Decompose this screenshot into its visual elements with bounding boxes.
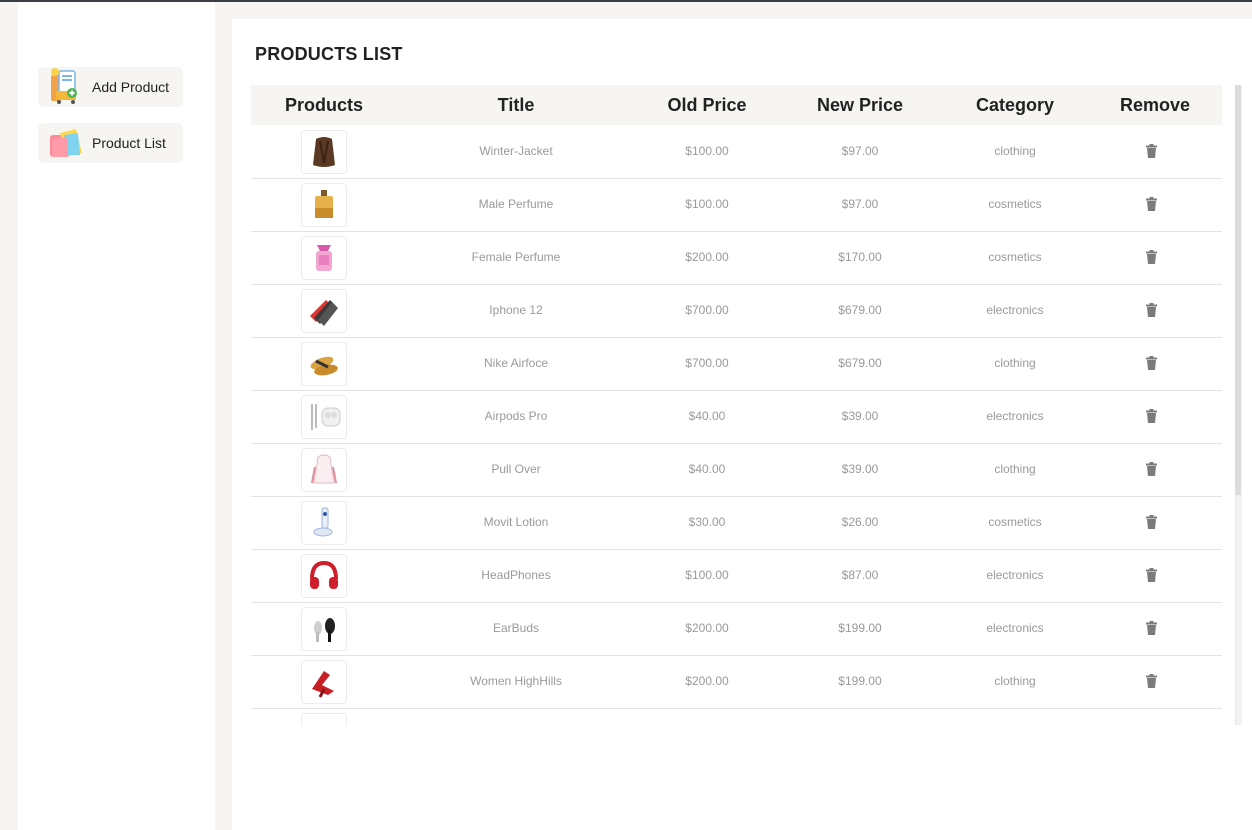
product-title: Female Perfume: [471, 250, 561, 264]
category: clothing: [994, 674, 1036, 688]
product-image-phones: [301, 289, 347, 333]
trash-icon[interactable]: [1146, 144, 1157, 158]
new-price: $679.00: [838, 356, 882, 370]
product-image-earphones: [301, 395, 347, 439]
trash-icon[interactable]: [1146, 250, 1157, 264]
old-price: $200.00: [685, 621, 729, 635]
add-product-icon: [46, 67, 86, 107]
new-price: $39.00: [841, 462, 879, 476]
table-row: Pull Over $40.00 $39.00 clothing: [251, 443, 1222, 497]
old-price: $700.00: [685, 303, 729, 317]
product-title: Pull Over: [491, 462, 541, 476]
product-image-earbuds: [301, 607, 347, 651]
column-header-category: Category: [975, 95, 1055, 115]
new-price: $26.00: [841, 515, 879, 529]
new-price: $87.00: [841, 568, 879, 582]
new-price: $679.00: [838, 303, 882, 317]
new-price: $39.00: [841, 409, 879, 423]
trash-icon[interactable]: [1146, 462, 1157, 476]
category: cosmetics: [988, 250, 1042, 264]
column-header-remove: Remove: [1119, 95, 1191, 115]
product-image-sandals: [301, 342, 347, 386]
old-price: $700.00: [685, 356, 729, 370]
product-title: Movit Lotion: [483, 515, 549, 529]
old-price: $100.00: [685, 568, 729, 582]
add-product-label: Add Product: [92, 79, 170, 95]
table-row: EarBuds $200.00 $199.00 electronics: [251, 602, 1222, 656]
table-scrollbar-thumb[interactable]: [1235, 85, 1241, 495]
table-row: Male Perfume $100.00 $97.00 cosmetics: [251, 178, 1222, 232]
new-price: $97.00: [841, 197, 879, 211]
products-panel: PRODUCTS LIST Products Title Old Price N…: [232, 19, 1252, 830]
table-row: Airpods Pro $40.00 $39.00 electronics: [251, 390, 1222, 444]
old-price: $40.00: [688, 409, 726, 423]
trash-icon[interactable]: [1146, 356, 1157, 370]
trash-icon[interactable]: [1146, 409, 1157, 423]
product-title: Male Perfume: [478, 197, 554, 211]
old-price: $100.00: [685, 197, 729, 211]
sidebar-gap: [215, 2, 232, 830]
product-image-headphones: [301, 554, 347, 598]
trash-icon[interactable]: [1146, 515, 1157, 529]
product-image-pullover: [301, 448, 347, 492]
column-header-new-price: New Price: [816, 95, 904, 115]
product-image-heels: [301, 660, 347, 704]
product-image-lotion: [301, 501, 347, 545]
trash-icon[interactable]: [1146, 568, 1157, 582]
category: electronics: [986, 621, 1044, 635]
product-title: EarBuds: [492, 621, 540, 635]
product-title: Women HighHills: [470, 674, 562, 688]
add-product-button[interactable]: Add Product: [38, 67, 183, 107]
product-title: Nike Airfoce: [483, 356, 549, 370]
trash-icon[interactable]: [1146, 621, 1157, 635]
product-image-female-perfume: [301, 236, 347, 280]
category: clothing: [994, 462, 1036, 476]
product-title: Airpods Pro: [484, 409, 548, 423]
trash-icon[interactable]: [1146, 197, 1157, 211]
left-gutter: [0, 2, 18, 830]
new-price: $97.00: [841, 144, 879, 158]
sidebar: Add Product Product List: [18, 2, 215, 830]
product-list-label: Product List: [92, 135, 166, 151]
products-table-body: Winter-Jacket $100.00 $97.00 clothing Ma…: [251, 125, 1222, 726]
product-image-male-perfume: [301, 183, 347, 227]
category: cosmetics: [988, 515, 1042, 529]
product-list-button[interactable]: Product List: [38, 123, 183, 163]
category: clothing: [994, 356, 1036, 370]
category: electronics: [986, 303, 1044, 317]
product-list-icon: [46, 123, 86, 163]
trash-icon[interactable]: [1146, 303, 1157, 317]
old-price: $100.00: [685, 144, 729, 158]
old-price: $200.00: [685, 674, 729, 688]
product-image-partial: [301, 713, 347, 726]
old-price: $30.00: [688, 515, 726, 529]
product-title: Winter-Jacket: [479, 144, 553, 158]
new-price: $199.00: [838, 674, 882, 688]
category: electronics: [986, 568, 1044, 582]
new-price: $199.00: [838, 621, 882, 635]
product-title: Iphone 12: [489, 303, 543, 317]
category: electronics: [986, 409, 1044, 423]
table-row: Female Perfume $200.00 $170.00 cosmetics: [251, 231, 1222, 285]
old-price: $200.00: [685, 250, 729, 264]
category: cosmetics: [988, 197, 1042, 211]
table-row-partial: [251, 708, 1222, 726]
table-row: Iphone 12 $700.00 $679.00 electronics: [251, 284, 1222, 338]
trash-icon[interactable]: [1146, 674, 1157, 688]
column-header-products: Products: [284, 95, 364, 115]
page-title: PRODUCTS LIST: [255, 44, 403, 64]
product-image-jacket: [301, 130, 347, 174]
new-price: $170.00: [838, 250, 882, 264]
table-row: Movit Lotion $30.00 $26.00 cosmetics: [251, 496, 1222, 550]
column-header-old-price: Old Price: [667, 95, 747, 115]
table-header: Products Title Old Price New Price Categ…: [251, 85, 1222, 125]
old-price: $40.00: [688, 462, 726, 476]
category: clothing: [994, 144, 1036, 158]
table-row: Nike Airfoce $700.00 $679.00 clothing: [251, 337, 1222, 391]
column-header-title: Title: [497, 95, 535, 115]
table-row: HeadPhones $100.00 $87.00 electronics: [251, 549, 1222, 603]
product-title: HeadPhones: [481, 568, 551, 582]
table-row: Winter-Jacket $100.00 $97.00 clothing: [251, 125, 1222, 179]
table-row: Women HighHills $200.00 $199.00 clothing: [251, 655, 1222, 709]
